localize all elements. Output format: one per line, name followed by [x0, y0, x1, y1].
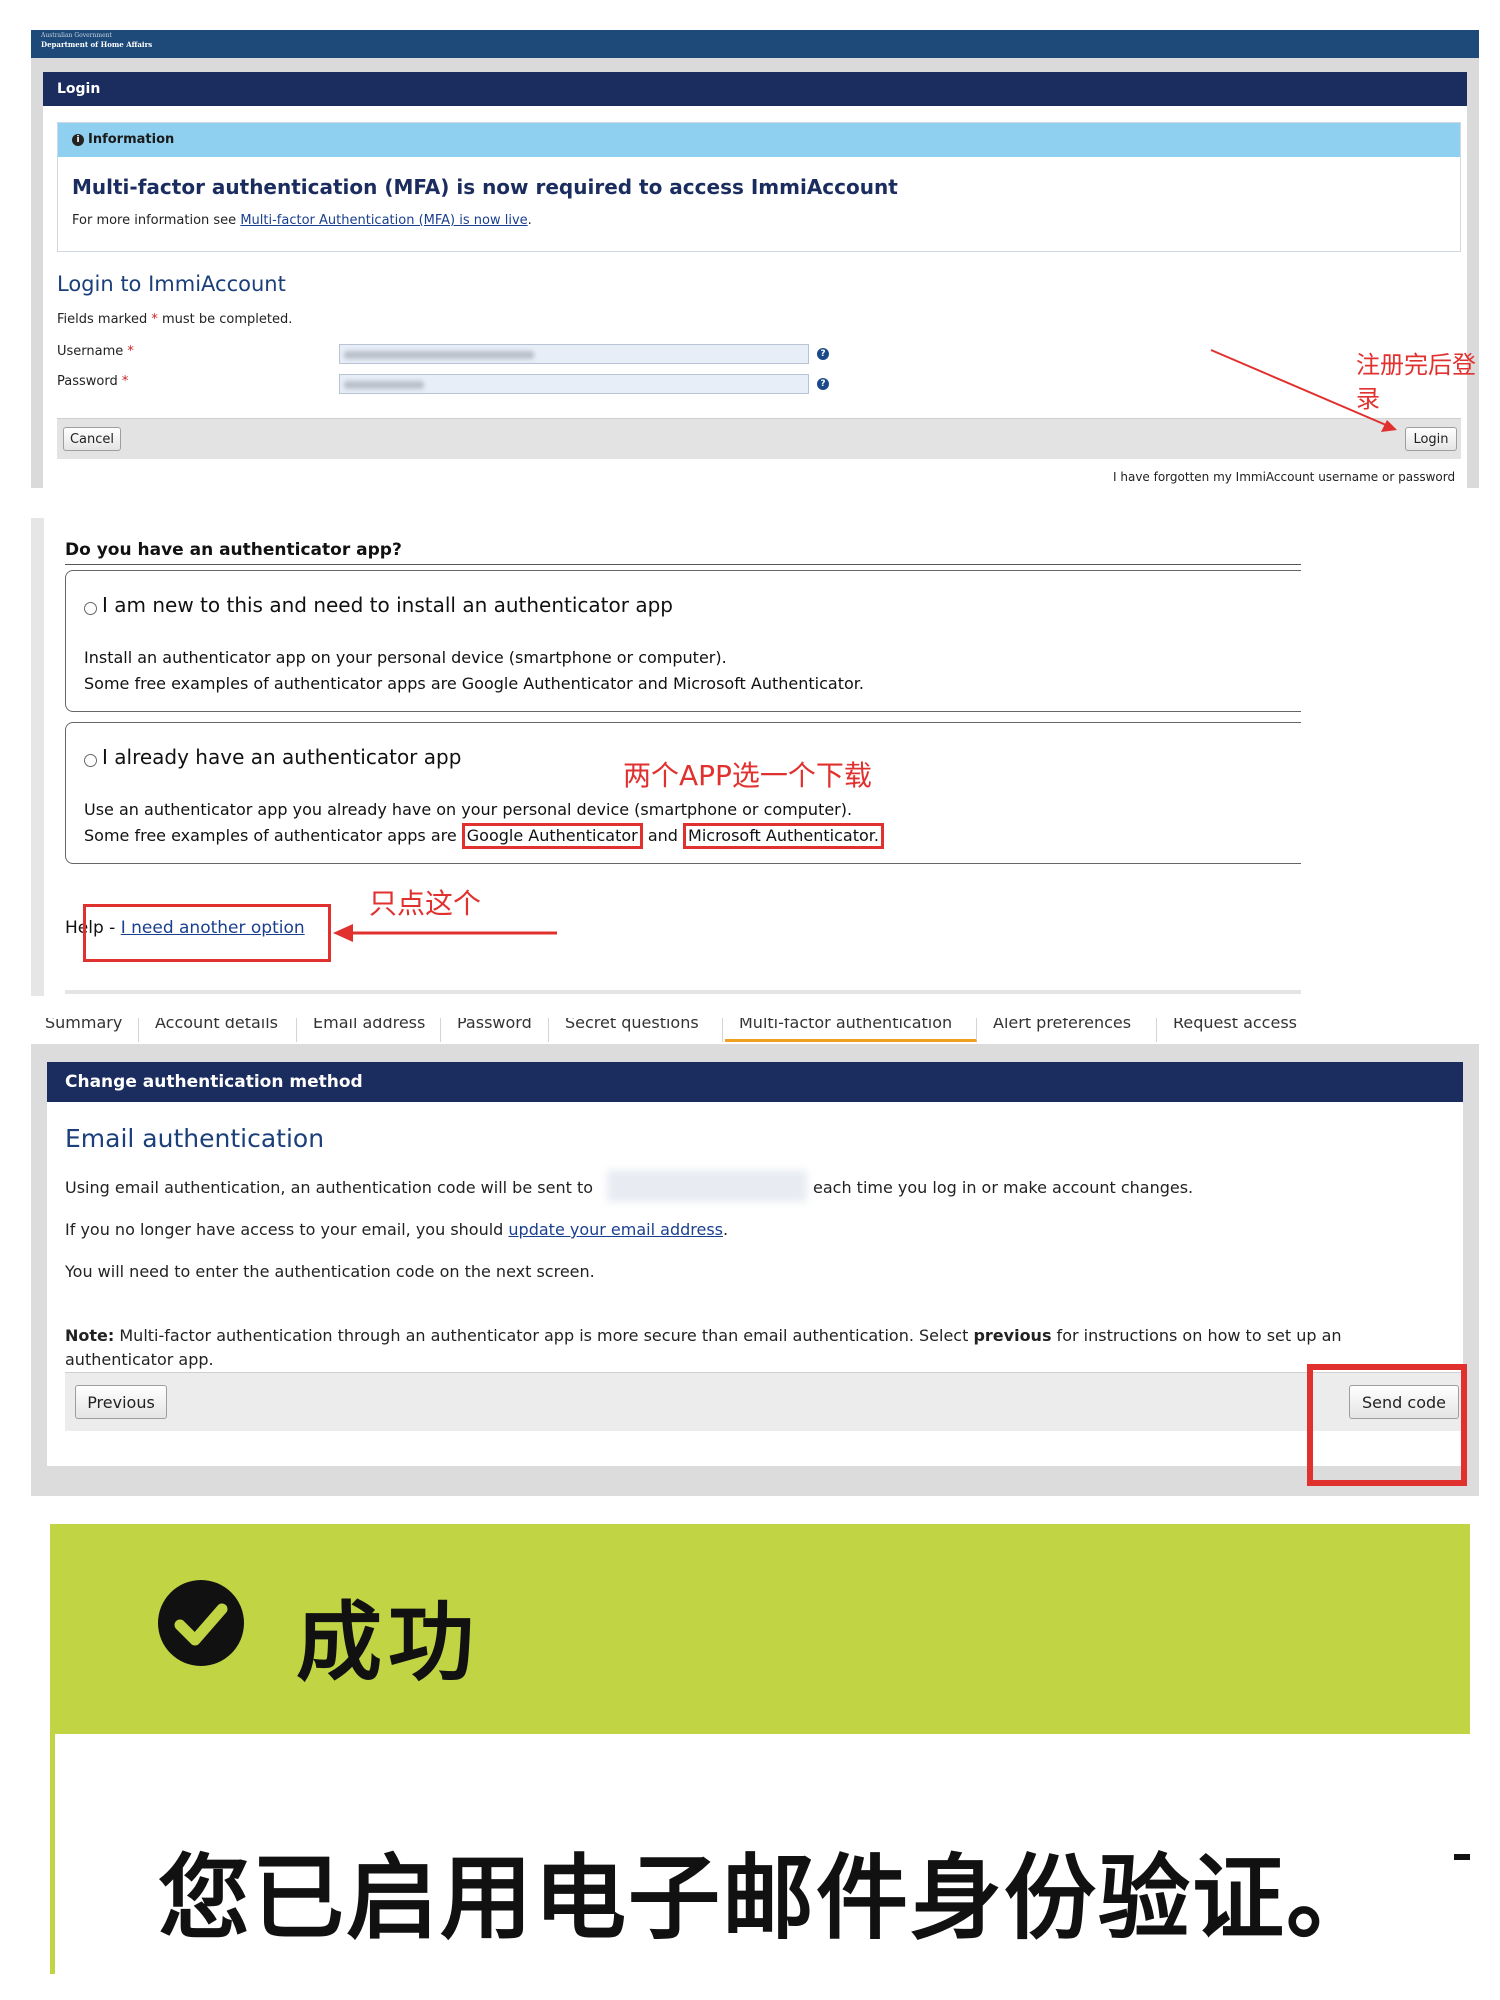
tab-password[interactable]: Password: [443, 1018, 549, 1042]
radio-new-authenticator[interactable]: [84, 602, 97, 615]
update-email-link[interactable]: update your email address: [508, 1220, 723, 1239]
email-line1-prefix: Using email authentication, an authentic…: [65, 1178, 594, 1197]
authenticator-choice-panel: Do you have an authenticator app? I am n…: [31, 518, 1301, 996]
success-banner: 成功: [50, 1524, 1470, 1734]
annotation-register-then-login: 注册完后登录: [1356, 351, 1476, 413]
annotation-arrow-option: [333, 924, 557, 942]
redacted-email: [607, 1170, 807, 1202]
email-button-bar: Previous Send code: [65, 1372, 1461, 1431]
tab-account-details[interactable]: Account details: [141, 1018, 297, 1042]
option-new-line1: Install an authenticator app on your per…: [84, 648, 727, 667]
email-authentication-panel: Summary Account details Email address Pa…: [31, 1018, 1479, 1496]
tab-secret-questions[interactable]: Secret questions: [551, 1018, 723, 1042]
option-existing-line2-prefix: Some free examples of authenticator apps…: [84, 826, 462, 845]
option-existing-line2: Some free examples of authenticator apps…: [84, 823, 884, 849]
clipped-text-fragment: [1454, 1854, 1470, 1860]
note-line1: Note: Multi-factor authentication throug…: [65, 1326, 1342, 1345]
success-left-border: [50, 1734, 55, 1974]
tab-request-access[interactable]: Request access: [1159, 1018, 1317, 1042]
annotation-only-click-this: 只点这个: [369, 887, 482, 920]
option-existing-and: and: [642, 826, 684, 845]
change-method-card: Change authentication method Email authe…: [47, 1062, 1463, 1466]
option-new-line2: Some free examples of authenticator apps…: [84, 674, 864, 693]
email-authentication-heading: Email authentication: [65, 1124, 325, 1153]
annotation-download-one-app: 两个APP选一个下载: [623, 759, 872, 792]
tab-multi-factor-authentication[interactable]: Multi-factor authentication: [725, 1018, 977, 1042]
check-mark-glyph: [174, 1603, 228, 1646]
email-line2: If you no longer have access to your ema…: [65, 1220, 728, 1239]
annotation-arrow-login: [1210, 349, 1397, 432]
note-text1: Multi-factor authentication through an a…: [114, 1326, 974, 1345]
note-text2: for instructions on how to set up an: [1051, 1326, 1342, 1345]
microsoft-authenticator-highlight: Microsoft Authenticator.: [683, 823, 884, 849]
note-label: Note:: [65, 1326, 115, 1345]
note-line2: authenticator app.: [65, 1350, 214, 1369]
radio-existing-authenticator[interactable]: [84, 754, 97, 767]
account-tabs: Summary Account details Email address Pa…: [31, 1018, 1479, 1044]
email-line1-suffix: each time you log in or make account cha…: [813, 1178, 1194, 1197]
note-previous: previous: [973, 1326, 1052, 1345]
email-line3: You will need to enter the authenticatio…: [65, 1262, 595, 1281]
highlight-another-option: [83, 904, 331, 962]
highlight-send-code: [1307, 1364, 1467, 1486]
email-line2-suffix: .: [723, 1220, 729, 1239]
question-underline: [65, 564, 1301, 565]
success-message: 您已启用电子邮件身份验证。: [158, 1845, 1381, 1952]
panel-left-edge: [31, 518, 44, 996]
success-panel: 成功 您已启用电子邮件身份验证。: [50, 1524, 1470, 2000]
tab-summary[interactable]: Summary: [31, 1018, 139, 1042]
change-method-title: Change authentication method: [47, 1062, 1463, 1102]
check-circle-icon: [158, 1580, 244, 1666]
login-screenshot-panel: Australian Government Department of Home…: [31, 30, 1479, 488]
option-existing-title: I already have an authenticator app: [102, 745, 462, 769]
previous-button[interactable]: Previous: [75, 1385, 167, 1419]
option-existing-line1: Use an authenticator app you already hav…: [84, 800, 853, 819]
google-authenticator-highlight: Google Authenticator: [461, 823, 643, 849]
email-line2-prefix: If you no longer have access to your ema…: [65, 1220, 509, 1239]
option-new-title: I am new to this and need to install an …: [102, 593, 673, 617]
panel-bottom-rule: [65, 990, 1301, 994]
tab-alert-preferences[interactable]: Alert preferences: [979, 1018, 1157, 1042]
success-title: 成功: [296, 1593, 480, 1693]
authenticator-question: Do you have an authenticator app?: [65, 540, 402, 560]
option-new-authenticator[interactable]: I am new to this and need to install an …: [65, 570, 1301, 712]
tab-email-address[interactable]: Email address: [299, 1018, 441, 1042]
